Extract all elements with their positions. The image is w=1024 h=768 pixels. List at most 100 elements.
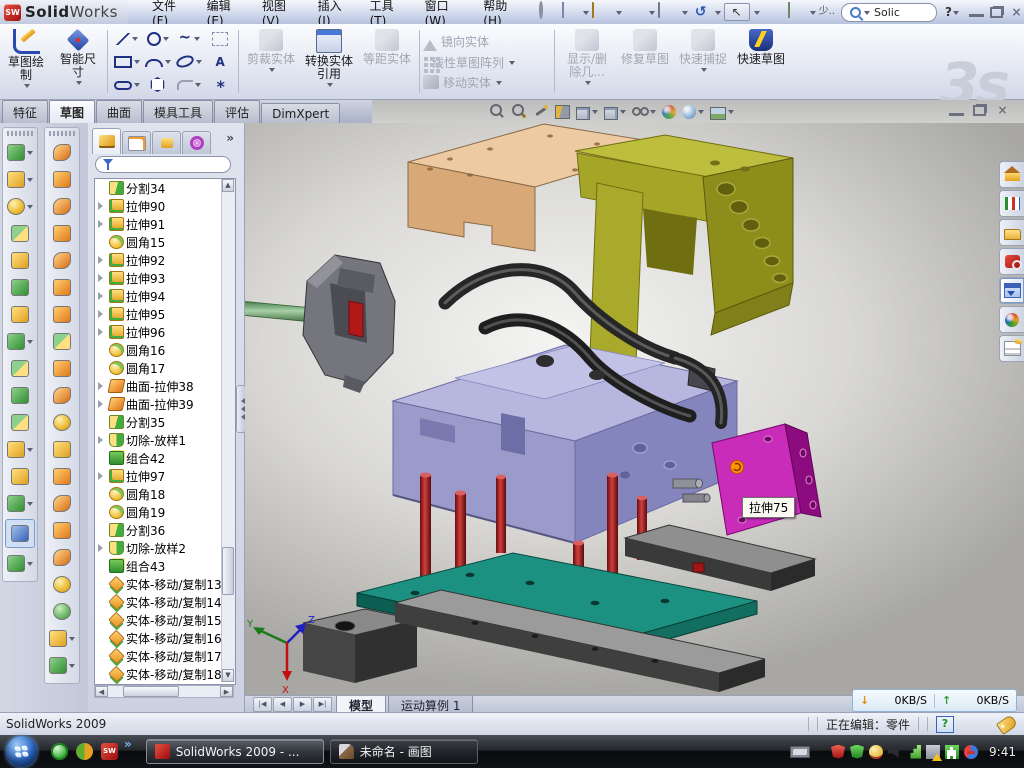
tree-item[interactable]: 实体-移动/复制14 bbox=[95, 593, 221, 611]
view-settings-button[interactable] bbox=[709, 104, 735, 119]
taskpane-tab-solidworks-search[interactable] bbox=[999, 248, 1024, 275]
tree-item[interactable]: 曲面-拉伸38 bbox=[95, 377, 221, 395]
tree-item[interactable]: 拉伸93 bbox=[95, 269, 221, 287]
fillet-button[interactable] bbox=[3, 193, 37, 220]
expand-arrow-icon[interactable] bbox=[98, 256, 107, 264]
select-arrow-icon[interactable]: ↖ bbox=[724, 3, 750, 21]
taskbar-clock[interactable]: 9:41 bbox=[989, 745, 1016, 759]
tree-item[interactable]: 圆角17 bbox=[95, 359, 221, 377]
tab-DimXpert[interactable]: DimXpert bbox=[261, 103, 340, 123]
measure-button[interactable] bbox=[5, 519, 35, 548]
surface-loft-button[interactable] bbox=[45, 220, 79, 247]
sketch-tool-sketch-fillet[interactable] bbox=[173, 73, 204, 96]
dropdown-arrow-icon[interactable] bbox=[163, 37, 169, 44]
dropdown-arrow-icon[interactable] bbox=[165, 60, 171, 67]
view-orientation-button[interactable] bbox=[575, 104, 599, 119]
dropdown-arrow-icon[interactable] bbox=[701, 68, 707, 75]
tree-filter-box[interactable] bbox=[95, 156, 231, 173]
new-document-icon[interactable] bbox=[562, 2, 564, 18]
combine-button[interactable] bbox=[3, 355, 37, 382]
sketch-tool-line[interactable] bbox=[111, 27, 142, 50]
security-red-icon[interactable] bbox=[831, 745, 845, 759]
dropdown-arrow-icon[interactable] bbox=[583, 11, 589, 18]
tree-item[interactable]: 实体-移动/复制15 bbox=[95, 611, 221, 629]
search-box[interactable] bbox=[841, 3, 937, 22]
minimize-button[interactable] bbox=[969, 7, 984, 17]
hide-show-items-button[interactable] bbox=[631, 102, 657, 120]
tab-评估[interactable]: 评估 bbox=[214, 100, 260, 123]
doc-close-button[interactable]: × bbox=[995, 104, 1010, 117]
scroll-left-button[interactable]: ◀ bbox=[95, 686, 108, 697]
zoom-fit-button[interactable] bbox=[488, 102, 506, 120]
pin-icon[interactable] bbox=[539, 1, 543, 19]
scroll-up-button[interactable]: ▲ bbox=[222, 179, 234, 192]
edit-appearance-button[interactable] bbox=[661, 103, 677, 119]
expand-arrow-icon[interactable] bbox=[98, 472, 107, 480]
close-button[interactable]: × bbox=[1009, 6, 1024, 19]
zoom-area-button[interactable] bbox=[510, 102, 528, 120]
cm-button[interactable]: 快速草图 bbox=[732, 26, 790, 97]
doc-restore-button[interactable] bbox=[973, 105, 986, 116]
surface-sweep-button[interactable] bbox=[45, 193, 79, 220]
tree-item[interactable]: 实体-移动/复制17 bbox=[95, 647, 221, 665]
start-button[interactable] bbox=[6, 736, 37, 767]
solidworks-icon[interactable]: SW bbox=[101, 743, 118, 760]
surface-cylinder-button[interactable] bbox=[45, 598, 79, 625]
part-mold-body[interactable] bbox=[393, 345, 737, 543]
dropdown-arrow-icon[interactable] bbox=[76, 81, 82, 88]
cm-button[interactable]: 智能尺寸 bbox=[52, 26, 104, 97]
tree-item[interactable]: 分割36 bbox=[95, 521, 221, 539]
scroll-right-button[interactable]: ▶ bbox=[220, 686, 233, 697]
taskbar-task[interactable]: 未命名 - 画图 bbox=[330, 739, 478, 764]
expand-arrow-icon[interactable] bbox=[98, 310, 107, 318]
sketch-tool-select-region[interactable] bbox=[204, 27, 235, 50]
taskbar-task[interactable]: SolidWorks 2009 - ... bbox=[146, 739, 324, 764]
sketch-tool-circle[interactable] bbox=[142, 27, 173, 50]
tree-item[interactable]: 拉伸96 bbox=[95, 323, 221, 341]
security-green-icon[interactable] bbox=[850, 745, 864, 759]
panel-overflow-chevron[interactable]: » bbox=[226, 131, 234, 145]
dropdown-arrow-icon[interactable] bbox=[509, 61, 515, 68]
search-dropdown-icon[interactable] bbox=[864, 11, 870, 18]
tab-草图[interactable]: 草图 bbox=[49, 100, 95, 124]
dropdown-arrow-icon[interactable] bbox=[620, 110, 626, 117]
cm-button[interactable]: 转换实体引用 bbox=[300, 26, 358, 97]
panel-tab-featuremanager-tree[interactable] bbox=[92, 128, 121, 154]
tree-item[interactable]: 拉伸95 bbox=[95, 305, 221, 323]
sync-icon[interactable] bbox=[964, 745, 978, 759]
expand-arrow-icon[interactable] bbox=[98, 292, 107, 300]
tree-item[interactable]: 圆角19 bbox=[95, 503, 221, 521]
surface-boundary-button[interactable] bbox=[45, 247, 79, 274]
quick-tips-button[interactable]: ? bbox=[936, 716, 954, 733]
doc-nav-button[interactable]: |◀ bbox=[253, 697, 272, 712]
expand-arrow-icon[interactable] bbox=[98, 382, 107, 390]
dropdown-arrow-icon[interactable] bbox=[27, 562, 33, 569]
tree-item[interactable]: 拉伸97 bbox=[95, 467, 221, 485]
dropdown-arrow-icon[interactable] bbox=[810, 11, 816, 18]
tree-horizontal-scrollbar[interactable]: ◀ ▶ bbox=[94, 685, 234, 698]
surface-delete-button[interactable] bbox=[45, 409, 79, 436]
dropdown-arrow-icon[interactable] bbox=[754, 11, 760, 18]
surface-extend-button[interactable] bbox=[45, 328, 79, 355]
sketch-tool-spline[interactable] bbox=[173, 27, 204, 50]
doc-minimize-button[interactable] bbox=[949, 106, 964, 116]
dropdown-arrow-icon[interactable] bbox=[24, 84, 30, 91]
doc-nav-button[interactable]: ▶ bbox=[293, 697, 312, 712]
surface-spline-button[interactable] bbox=[45, 652, 79, 679]
dropdown-arrow-icon[interactable] bbox=[592, 110, 598, 117]
tree-item[interactable]: 切除-放样1 bbox=[95, 431, 221, 449]
panel-tab-propertymanager[interactable] bbox=[122, 131, 151, 154]
dropdown-arrow-icon[interactable] bbox=[616, 11, 622, 18]
scrollbar-thumb[interactable] bbox=[123, 686, 179, 697]
signal-icon[interactable] bbox=[907, 745, 921, 759]
sketch-tool-ellipse[interactable] bbox=[173, 50, 204, 73]
sketch-tool-polygon[interactable] bbox=[142, 73, 173, 96]
dropdown-arrow-icon[interactable] bbox=[27, 178, 33, 185]
dropdown-arrow-icon[interactable] bbox=[196, 60, 202, 67]
doc-nav-button[interactable]: ▶| bbox=[313, 697, 332, 712]
expand-arrow-icon[interactable] bbox=[98, 274, 107, 282]
dropdown-arrow-icon[interactable] bbox=[27, 340, 33, 347]
pattern-button[interactable] bbox=[3, 328, 37, 355]
tree-item[interactable]: 拉伸92 bbox=[95, 251, 221, 269]
scrollbar-thumb[interactable] bbox=[222, 547, 234, 595]
